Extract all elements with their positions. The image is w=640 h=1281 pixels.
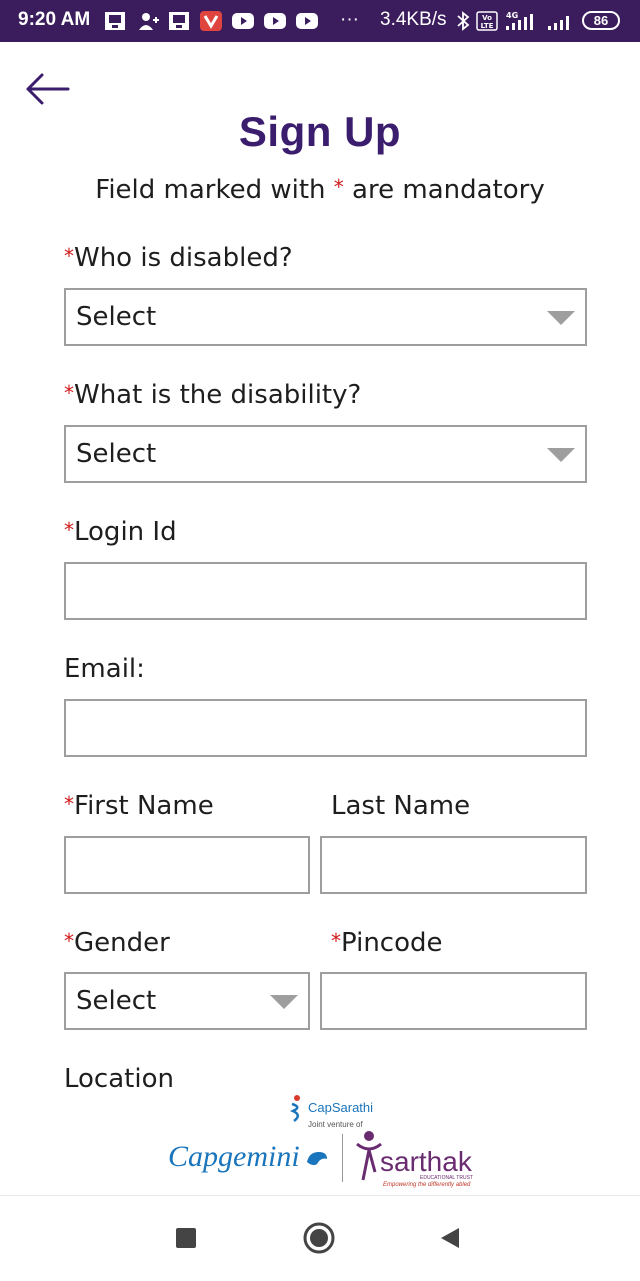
capgemini-spade-icon	[307, 1152, 327, 1166]
status-bar: 9:20 AM ··· 3.4KB/s Vo LTE 4G 86	[0, 0, 640, 42]
mandatory-note-text-1: Field marked with	[95, 175, 334, 205]
required-mark: *	[64, 929, 74, 953]
mandatory-note-text-2: are mandatory	[343, 175, 545, 205]
required-mark: *	[64, 518, 74, 542]
footer-logos: CapSarathi Joint venture of Capgemini sa…	[0, 1090, 640, 1195]
gender-label-text: Gender	[74, 928, 170, 958]
youtube-icon-2	[264, 13, 286, 29]
recents-icon[interactable]	[175, 1227, 197, 1249]
who-disabled-label: *Who is disabled?	[64, 243, 293, 273]
signal-4g-icon: 4G	[506, 11, 533, 30]
signal-icon	[548, 16, 569, 30]
joint-venture-text: Joint venture of	[308, 1120, 363, 1129]
who-disabled-select[interactable]: Select	[64, 288, 587, 346]
disability-label-text: What is the disability?	[74, 380, 362, 410]
first-name-label-text: First Name	[74, 791, 214, 821]
login-id-label: *Login Id	[64, 517, 177, 547]
status-time: 9:20 AM	[18, 9, 91, 30]
sarthak-logo: sarthak	[380, 1146, 472, 1177]
email-label: Email:	[64, 654, 145, 684]
add-contact-icon	[139, 13, 159, 30]
capsarathi-logo-icon	[289, 1095, 300, 1122]
gender-label: *Gender	[64, 928, 170, 958]
gender-value: Select	[76, 986, 157, 1016]
required-mark: *	[64, 244, 74, 268]
svg-text:4G: 4G	[506, 11, 518, 20]
pincode-label: *Pincode	[331, 928, 443, 958]
dropdown-arrow-icon	[547, 448, 575, 462]
network-speed: 3.4KB/s	[380, 9, 447, 30]
who-disabled-label-text: Who is disabled?	[74, 243, 293, 273]
capgemini-logo: Capgemini	[168, 1140, 300, 1173]
first-name-input[interactable]	[64, 836, 310, 894]
login-id-label-text: Login Id	[74, 517, 177, 547]
svg-text:Vo: Vo	[482, 14, 492, 22]
screen-share-icon-2	[169, 12, 189, 30]
mandatory-note: Field marked with * are mandatory	[0, 175, 640, 205]
who-disabled-value: Select	[76, 302, 157, 332]
capsarathi-text: CapSarathi	[308, 1100, 374, 1115]
more-notifications-icon: ···	[340, 9, 359, 30]
home-icon[interactable]	[302, 1221, 336, 1255]
screen-share-icon	[105, 12, 125, 30]
sarthak-tagline: Empowering the differently abled	[383, 1182, 471, 1188]
login-id-input[interactable]	[64, 562, 587, 620]
dropdown-arrow-icon	[547, 311, 575, 325]
back-arrow-icon[interactable]	[24, 70, 72, 110]
battery-icon: 86	[582, 11, 620, 30]
disability-select[interactable]: Select	[64, 425, 587, 483]
required-mark: *	[64, 381, 74, 405]
youtube-icon-3	[296, 13, 318, 29]
logo-divider	[342, 1134, 343, 1182]
last-name-input[interactable]	[320, 836, 587, 894]
system-nav-bar	[0, 1195, 640, 1281]
sarthak-figure-icon	[356, 1131, 382, 1181]
disability-value: Select	[76, 439, 157, 469]
svg-text:LTE: LTE	[481, 22, 494, 30]
disability-label: *What is the disability?	[64, 380, 361, 410]
page-title: Sign Up	[238, 108, 402, 155]
sarthak-subtitle: EDUCATIONAL TRUST	[420, 1175, 473, 1181]
first-name-label: *First Name	[64, 791, 214, 821]
bluetooth-icon	[457, 11, 470, 31]
required-mark: *	[64, 792, 74, 816]
required-asterisk: *	[333, 175, 344, 199]
location-label: Location	[64, 1064, 174, 1088]
email-input[interactable]	[64, 699, 587, 757]
volte-icon: VoLTE	[476, 11, 498, 31]
last-name-label: Last Name	[331, 791, 471, 821]
pincode-input[interactable]	[320, 972, 587, 1030]
required-mark: *	[331, 929, 341, 953]
back-nav-icon[interactable]	[438, 1226, 462, 1250]
vivaldi-icon	[200, 11, 222, 31]
youtube-icon	[232, 13, 254, 29]
gender-select[interactable]: Select	[64, 972, 310, 1030]
dropdown-arrow-icon	[270, 995, 298, 1009]
pincode-label-text: Pincode	[341, 928, 443, 958]
